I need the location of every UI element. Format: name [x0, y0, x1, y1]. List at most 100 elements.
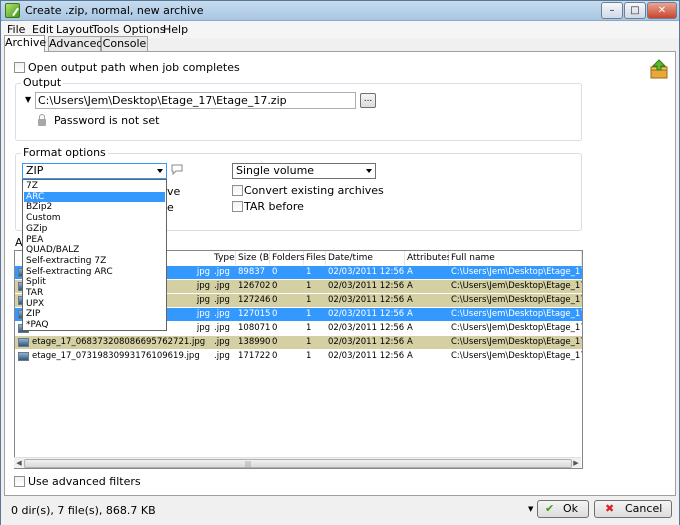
- cell-size: 89837: [238, 267, 266, 277]
- close-button[interactable]: ✕: [647, 2, 677, 19]
- scroll-left-icon[interactable]: ◀: [15, 459, 23, 468]
- scrollbar-thumb[interactable]: |||: [24, 459, 572, 468]
- cell-size: 127015: [238, 309, 270, 319]
- format-option[interactable]: TAR: [24, 288, 165, 298]
- tab-console[interactable]: Console: [101, 36, 148, 51]
- hidden-option-text-a: ve: [167, 185, 181, 198]
- cell-files: 1: [306, 351, 312, 361]
- cell-path: C:\Users\Jem\Desktop\Etage_17\et: [451, 323, 582, 333]
- output-path-field[interactable]: C:\Users\Jem\Desktop\Etage_17\Etage_17.z…: [35, 92, 356, 109]
- cell-name: etage_17_07319830993176109619.jpg: [32, 351, 200, 361]
- cell-date: 02/03/2011 12:56:24: [328, 281, 405, 291]
- format-option[interactable]: GZip: [24, 224, 165, 234]
- cell-date: 02/03/2011 12:56:22: [328, 295, 405, 305]
- open-output-checkbox[interactable]: [14, 62, 25, 73]
- ok-button[interactable]: ✔ Ok: [537, 500, 589, 518]
- cell-files: 1: [306, 267, 312, 277]
- image-file-icon: [18, 352, 29, 361]
- cancel-button[interactable]: ✖ Cancel: [594, 500, 672, 518]
- format-option[interactable]: PEA: [24, 235, 165, 245]
- horizontal-scrollbar[interactable]: ◀ ||| ▶: [14, 457, 581, 468]
- menu-options[interactable]: Options: [123, 23, 165, 36]
- minimize-button[interactable]: –: [601, 2, 623, 19]
- column-files[interactable]: Files: [304, 251, 326, 265]
- column-size[interactable]: Size (B): [236, 251, 273, 265]
- convert-archives-checkbox[interactable]: [232, 185, 243, 196]
- tab-archive[interactable]: Archive: [4, 35, 46, 52]
- format-option[interactable]: Self-extracting 7Z: [24, 256, 165, 266]
- format-option[interactable]: *PAQ: [24, 320, 165, 330]
- tar-before-checkbox[interactable]: [232, 201, 243, 212]
- volume-select-value: Single volume: [236, 164, 315, 177]
- column-folders[interactable]: Folders: [270, 251, 305, 265]
- column-fullname[interactable]: Full name: [449, 251, 582, 265]
- password-status[interactable]: Password is not set: [54, 114, 159, 127]
- main-window: Create .zip, normal, new archive – □ ✕ F…: [0, 0, 680, 525]
- cell-type: .jpg: [214, 295, 230, 305]
- cell-type: .jpg: [214, 351, 230, 361]
- ok-button-label: Ok: [563, 502, 579, 515]
- tar-before-label: TAR before: [244, 200, 304, 213]
- hidden-option-text-b: e: [167, 201, 174, 214]
- column-attributes[interactable]: Attributes: [405, 251, 451, 265]
- ok-dropdown-arrow-icon[interactable]: ▼: [528, 505, 533, 513]
- cell-folders: 0: [272, 337, 278, 347]
- format-group-title: Format options: [21, 146, 108, 159]
- format-dropdown-list[interactable]: 7Z ARC BZip2 Custom GZip PEA QUAD/BALZ Self-ext…: [22, 179, 167, 331]
- image-file-icon: [18, 338, 29, 347]
- format-select[interactable]: ZIP: [22, 163, 167, 179]
- cell-date: 02/03/2011 12:56:24: [328, 323, 405, 333]
- format-option[interactable]: ARC: [24, 191, 165, 202]
- format-option[interactable]: Split: [24, 277, 165, 287]
- title-bar[interactable]: Create .zip, normal, new archive – □ ✕: [1, 1, 679, 21]
- advanced-filters-checkbox[interactable]: [14, 476, 25, 487]
- menu-help[interactable]: Help: [163, 23, 188, 36]
- lock-icon: [38, 114, 46, 126]
- comment-icon[interactable]: [171, 164, 183, 175]
- format-option[interactable]: UPX: [24, 299, 165, 309]
- format-option[interactable]: Custom: [24, 213, 165, 223]
- cell-name: etage_17_06837320808669576272​1.jpg: [32, 337, 206, 347]
- scroll-right-icon[interactable]: ▶: [572, 459, 580, 468]
- format-option[interactable]: BZip2: [24, 202, 165, 212]
- cell-attr: A: [407, 267, 413, 277]
- column-type[interactable]: Type: [212, 251, 236, 265]
- cell-type: .jpg: [214, 309, 230, 319]
- cancel-x-icon: ✖: [605, 502, 615, 515]
- output-history-arrow-icon[interactable]: ▼: [25, 95, 31, 104]
- tab-advanced[interactable]: Advanced: [48, 36, 103, 51]
- cell-attr: A: [407, 323, 413, 333]
- table-row[interactable]: etage_17_06837320808669576272​1.jpg .jpg 1…: [15, 336, 582, 349]
- cell-attr: A: [407, 309, 413, 319]
- cell-path: C:\Users\Jem\Desktop\Etage_17\et: [451, 281, 582, 291]
- format-option[interactable]: ZIP: [24, 309, 165, 319]
- browse-button[interactable]: ...: [360, 93, 376, 108]
- format-option[interactable]: QUAD/BALZ: [24, 245, 165, 255]
- column-datetime[interactable]: Date/time: [326, 251, 405, 265]
- cell-files: 1: [306, 337, 312, 347]
- cell-date: 02/03/2011 12:56:22: [328, 337, 405, 347]
- cell-size: 108071: [238, 323, 270, 333]
- cell-folders: 0: [272, 351, 278, 361]
- convert-archives-label: Convert existing archives: [244, 184, 384, 197]
- window-title: Create .zip, normal, new archive: [25, 4, 204, 17]
- maximize-button[interactable]: □: [624, 2, 646, 19]
- output-group-title: Output: [21, 76, 64, 89]
- cancel-button-label: Cancel: [625, 502, 663, 515]
- format-option[interactable]: Self-extracting ARC: [24, 267, 165, 277]
- volume-select[interactable]: Single volume: [232, 163, 376, 179]
- menu-tools[interactable]: Tools: [92, 23, 119, 36]
- table-row[interactable]: etage_17_07319830993176109619.jpg .jpg 171…: [15, 350, 582, 363]
- format-option[interactable]: 7Z: [24, 181, 165, 191]
- cell-files: 1: [306, 309, 312, 319]
- cell-date: 02/03/2011 12:56:22: [328, 309, 405, 319]
- add-archive-icon[interactable]: [649, 59, 669, 79]
- menu-layout[interactable]: Layout: [56, 23, 93, 36]
- cell-type: .jpg: [214, 323, 230, 333]
- check-icon: ✔: [545, 502, 555, 515]
- chevron-down-icon: [366, 169, 372, 173]
- cell-path: C:\Users\Jem\Desktop\Etage_17\et: [451, 295, 582, 305]
- cell-files: 1: [306, 281, 312, 291]
- app-icon: [5, 3, 20, 18]
- cell-folders: 0: [272, 295, 278, 305]
